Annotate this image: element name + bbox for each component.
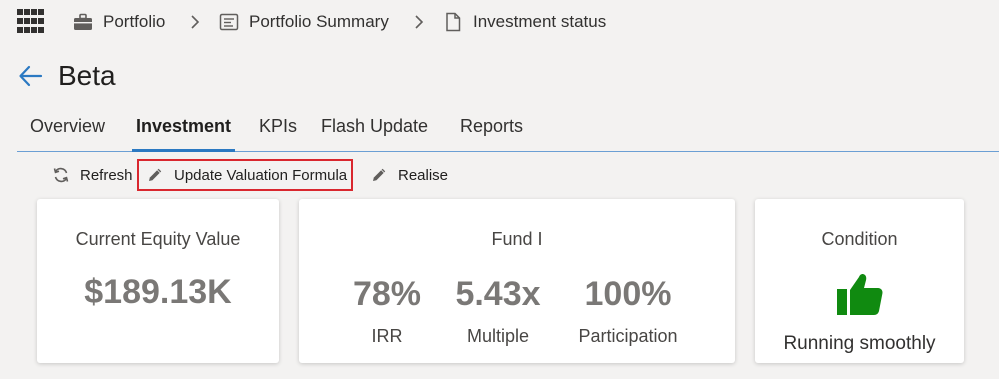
card-title: Condition — [821, 229, 898, 249]
condition-card: Condition Running smoothly — [755, 199, 964, 363]
top-bar: Portfolio Portfolio Summary Investment s… — [0, 0, 999, 44]
multiple-label: Multiple — [466, 326, 530, 346]
summary-document-icon — [219, 12, 239, 32]
tab-reports[interactable]: Reports — [460, 116, 523, 150]
page-title: Beta — [58, 60, 116, 91]
equity-value: $189.13K — [84, 273, 232, 311]
page-header: Beta — [17, 56, 116, 96]
card-title: Current Equity Value — [75, 229, 241, 249]
breadcrumb-item-portfolio[interactable]: Portfolio — [73, 10, 165, 34]
refresh-button[interactable]: Refresh — [52, 161, 133, 189]
card-title: Fund I — [491, 229, 543, 249]
breadcrumb-item-investment-status[interactable]: Investment status — [443, 10, 606, 34]
realise-button[interactable]: Realise — [370, 161, 448, 189]
refresh-label: Refresh — [80, 166, 133, 184]
breadcrumb-label: Investment status — [473, 12, 607, 31]
multiple-metric: 5.43x Multiple — [428, 275, 568, 347]
thumbs-up-icon — [837, 273, 883, 315]
update-valuation-formula-button[interactable]: Update Valuation Formula — [137, 159, 354, 191]
tab-bar: Overview Investment KPIs Flash Update Re… — [17, 112, 999, 152]
tab-kpis[interactable]: KPIs — [259, 116, 297, 150]
breadcrumb-item-portfolio-summary[interactable]: Portfolio Summary — [219, 10, 389, 34]
chevron-right-icon — [415, 15, 424, 29]
participation-value: 100% — [584, 275, 672, 313]
pencil-icon — [370, 166, 388, 184]
breadcrumb-label: Portfolio — [103, 12, 166, 31]
app-launcher-icon[interactable] — [17, 9, 45, 35]
update-valuation-formula-label: Update Valuation Formula — [174, 166, 348, 184]
tab-overview[interactable]: Overview — [30, 116, 105, 150]
tab-investment[interactable]: Investment — [131, 116, 236, 152]
irr-value: 78% — [352, 275, 422, 313]
page-icon — [443, 12, 463, 32]
multiple-value: 5.43x — [455, 275, 541, 313]
fund-card: Fund I 78% IRR 5.43x Multiple 100% Parti… — [299, 199, 735, 363]
back-arrow-icon[interactable] — [17, 62, 45, 90]
participation-metric: 100% Participation — [558, 275, 698, 347]
realise-label: Realise — [398, 166, 449, 184]
participation-label: Participation — [578, 326, 678, 346]
refresh-icon — [52, 166, 70, 184]
chevron-right-icon — [191, 15, 200, 29]
condition-status: Running smoothly — [783, 333, 936, 354]
briefcase-icon — [73, 12, 93, 32]
breadcrumb-label: Portfolio Summary — [249, 12, 389, 31]
pencil-icon — [146, 166, 164, 184]
tab-flash-update[interactable]: Flash Update — [321, 116, 428, 150]
equity-value-card: Current Equity Value $189.13K — [37, 199, 279, 363]
